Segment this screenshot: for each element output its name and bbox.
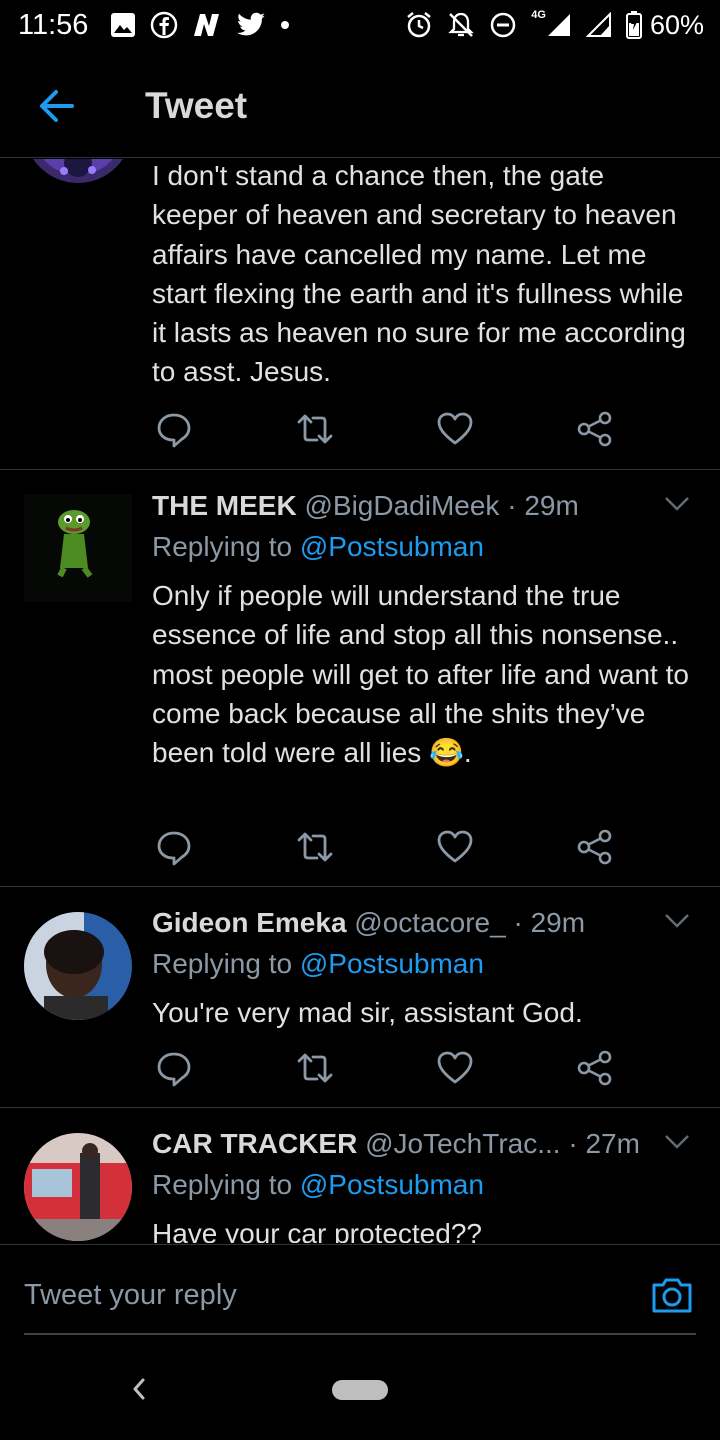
tweet-header: Gideon Emeka @octacore_ · 29m bbox=[152, 907, 680, 939]
reply-icon[interactable] bbox=[154, 1048, 194, 1088]
tweet-header: THE MEEK @BigDadiMeek · 29m bbox=[152, 490, 680, 522]
gallery-icon bbox=[111, 13, 135, 37]
twitter-bird-icon bbox=[237, 12, 265, 36]
share-icon[interactable] bbox=[575, 1048, 615, 1088]
author-name[interactable]: THE MEEK bbox=[152, 490, 297, 521]
avatar[interactable] bbox=[24, 1133, 132, 1241]
tweet-text: I don't stand a chance then, the gate ke… bbox=[152, 160, 686, 388]
reply-input[interactable]: Tweet your reply bbox=[24, 1279, 237, 1312]
tweet-time: 29m bbox=[530, 907, 586, 938]
tweet-actions bbox=[152, 827, 622, 867]
retweet-icon[interactable] bbox=[295, 827, 335, 867]
author-name[interactable]: CAR TRACKER bbox=[152, 1128, 357, 1159]
page-title: Tweet bbox=[145, 85, 248, 126]
replying-to: Replying to @Postsubman bbox=[152, 1169, 484, 1201]
tweet-header: CAR TRACKER @JoTechTrac... · 27m bbox=[152, 1128, 680, 1160]
system-icons: 4G 60% bbox=[405, 9, 704, 40]
nav-back-icon[interactable] bbox=[128, 1376, 150, 1402]
back-arrow-icon[interactable] bbox=[36, 86, 76, 126]
tweet-item[interactable]: CAR TRACKER @JoTechTrac... · 27m Replyin… bbox=[0, 1108, 720, 1243]
status-time: 11:56 bbox=[18, 9, 89, 41]
camera-icon[interactable] bbox=[650, 1275, 694, 1315]
tweet-text: Only if people will understand the true … bbox=[152, 580, 689, 769]
network-type: 4G bbox=[531, 9, 546, 21]
like-icon[interactable] bbox=[435, 827, 475, 867]
retweet-icon[interactable] bbox=[295, 409, 335, 449]
chevron-down-icon[interactable] bbox=[664, 496, 690, 512]
signal-icon bbox=[547, 14, 570, 36]
avatar[interactable] bbox=[24, 912, 132, 1020]
share-icon[interactable] bbox=[575, 827, 615, 867]
tweet-actions bbox=[152, 1048, 622, 1088]
replying-to: Replying to @Postsubman bbox=[152, 948, 484, 980]
retweet-icon[interactable] bbox=[295, 1048, 335, 1088]
input-underline bbox=[24, 1333, 696, 1335]
battery-icon bbox=[625, 11, 642, 39]
system-nav-bar bbox=[0, 1354, 720, 1440]
like-icon[interactable] bbox=[435, 409, 475, 449]
status-bar: 11:56 4G 60% bbox=[0, 0, 720, 52]
notification-icons bbox=[110, 10, 290, 40]
separator: · bbox=[513, 907, 523, 938]
chevron-down-icon[interactable] bbox=[664, 1134, 690, 1150]
tweet-text: You're very mad sir, assistant God. bbox=[152, 997, 583, 1028]
share-icon[interactable] bbox=[575, 409, 615, 449]
replying-prefix: Replying to bbox=[152, 948, 293, 979]
tweet-feed[interactable]: I don't stand a chance then, the gate ke… bbox=[0, 159, 720, 1243]
like-icon[interactable] bbox=[435, 1048, 475, 1088]
app-header: Tweet bbox=[0, 60, 720, 158]
author-handle[interactable]: @JoTechTrac... bbox=[365, 1128, 560, 1159]
reply-icon[interactable] bbox=[154, 827, 194, 867]
chevron-down-icon[interactable] bbox=[664, 913, 690, 929]
mention-link[interactable]: @Postsubman bbox=[300, 1169, 484, 1200]
tweet-item[interactable]: I don't stand a chance then, the gate ke… bbox=[0, 159, 720, 469]
facebook-icon bbox=[150, 11, 178, 39]
tweet-time: 29m bbox=[524, 490, 579, 521]
do-not-disturb-icon bbox=[491, 12, 516, 38]
tweet-time: 27m bbox=[585, 1128, 640, 1159]
separator: · bbox=[568, 1128, 578, 1159]
tweet-text: Have your car protected?? bbox=[152, 1218, 482, 1243]
tweet-actions bbox=[152, 409, 622, 449]
dot-icon bbox=[281, 21, 289, 29]
tweet-item[interactable]: Gideon Emeka @octacore_ · 29m Replying t… bbox=[0, 887, 720, 1107]
nav-home-pill[interactable] bbox=[332, 1380, 388, 1400]
alarm-icon bbox=[407, 12, 432, 38]
avatar[interactable] bbox=[24, 494, 132, 602]
separator: · bbox=[507, 490, 517, 521]
mention-link[interactable]: @Postsubman bbox=[300, 948, 484, 979]
author-handle[interactable]: @BigDadiMeek bbox=[304, 490, 499, 521]
mention-link[interactable]: @Postsubman bbox=[300, 531, 484, 562]
avatar[interactable] bbox=[24, 159, 132, 183]
n-logo-icon bbox=[194, 14, 219, 36]
signal-icon-2 bbox=[585, 12, 611, 37]
battery-percent: 60% bbox=[649, 9, 704, 40]
replying-prefix: Replying to bbox=[152, 531, 293, 562]
author-name[interactable]: Gideon Emeka bbox=[152, 907, 347, 938]
reply-composer: Tweet your reply bbox=[0, 1244, 720, 1354]
replying-to: Replying to @Postsubman bbox=[152, 531, 484, 563]
replying-prefix: Replying to bbox=[152, 1169, 293, 1200]
reply-icon[interactable] bbox=[154, 409, 194, 449]
notifications-off-icon bbox=[448, 12, 475, 37]
author-handle[interactable]: @octacore_ bbox=[354, 907, 505, 938]
tweet-item[interactable]: THE MEEK @BigDadiMeek · 29m Replying to … bbox=[0, 470, 720, 886]
